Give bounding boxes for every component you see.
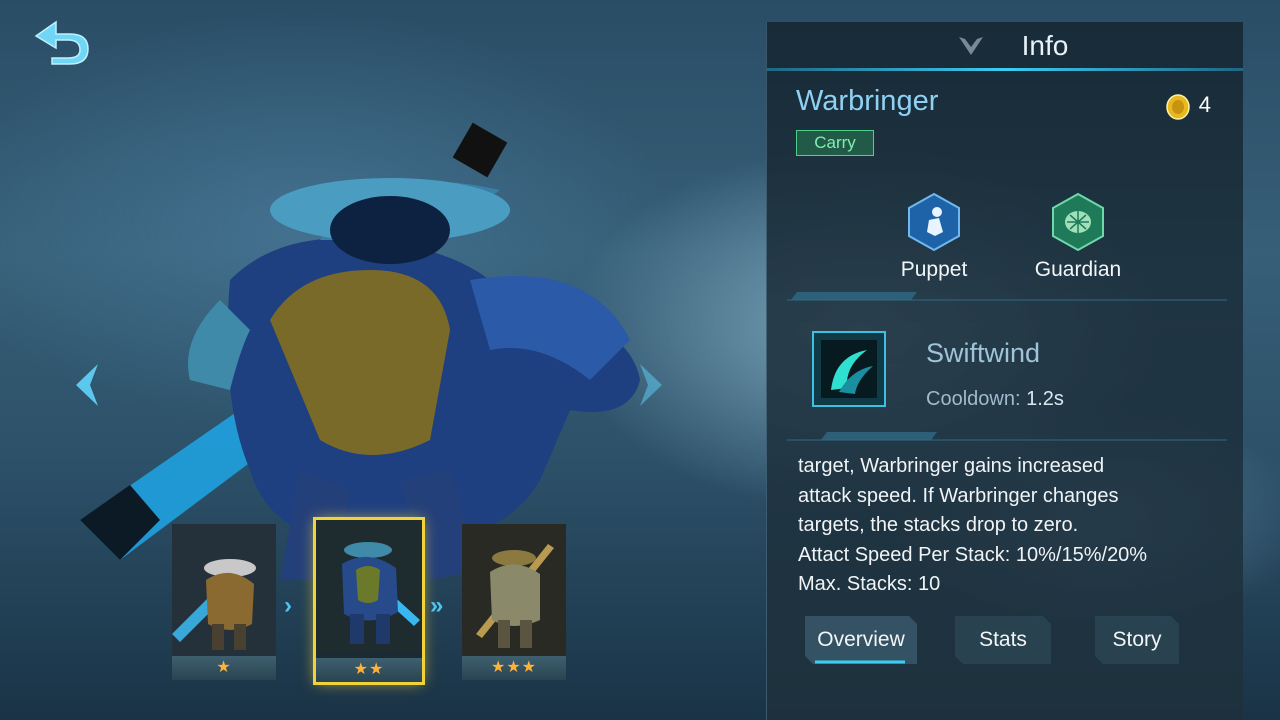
skin-card-3[interactable]: ★★★: [462, 524, 566, 680]
header-divider: [767, 68, 1243, 71]
skin-stars: ★: [172, 656, 276, 680]
synergy-puppet[interactable]: Puppet: [869, 192, 999, 282]
tab-story[interactable]: Story: [1095, 616, 1179, 664]
tab-label: Overview: [817, 628, 905, 651]
tab-label: Story: [1112, 628, 1162, 651]
description-line: Max. Stacks: 10: [798, 573, 941, 595]
skin-portrait: [172, 524, 276, 656]
hero-cost: 4: [1198, 92, 1211, 117]
back-button[interactable]: [30, 16, 92, 66]
skin-card-1[interactable]: ★: [172, 524, 276, 680]
skin-card-2[interactable]: ★★: [313, 517, 425, 685]
tab-bar: Overview Stats Story: [767, 612, 1243, 672]
chevron-right-icon: ›: [284, 592, 292, 619]
skin-stars: ★★★: [462, 656, 566, 680]
section-divider: [787, 432, 1227, 441]
chevron-left-icon: [76, 364, 98, 406]
panel-title: Info: [1021, 30, 1069, 61]
role-badge: Carry: [796, 130, 874, 156]
tab-label: Stats: [979, 628, 1027, 651]
skill-description: target, Warbringer gains increased attac…: [798, 452, 1238, 600]
cooldown-label: Cooldown:: [926, 388, 1021, 410]
chevron-right-icon: [640, 364, 662, 406]
panel-header: Info: [767, 22, 1243, 71]
skin-selector: ★ › ★★ » ★★★: [170, 517, 580, 685]
skin-portrait: [462, 524, 566, 656]
synergy-label: Guardian: [1034, 258, 1122, 281]
synergy-guardian[interactable]: Guardian: [1013, 192, 1143, 282]
synergy-label: Puppet: [900, 258, 968, 281]
description-line: attack speed. If Warbringer changes: [798, 484, 1119, 507]
chevron-right-icon: »: [430, 592, 444, 619]
skill-cooldown: Cooldown: 1.2s: [926, 388, 1064, 411]
description-line: targets, the stacks drop to zero.: [798, 514, 1079, 536]
skin-stars: ★★: [316, 658, 422, 682]
section-divider: [787, 292, 1227, 301]
description-line: target, Warbringer gains increased: [798, 455, 1105, 477]
puppet-icon: [908, 192, 960, 252]
hero-info-panel: Info Warbringer 4 Carry Puppet Guardian: [766, 22, 1243, 720]
hero-name: Warbringer: [796, 85, 939, 117]
tab-overview[interactable]: Overview: [805, 616, 917, 664]
guardian-shell-icon: [1052, 192, 1104, 252]
tab-stats[interactable]: Stats: [955, 616, 1051, 664]
next-hero-button[interactable]: [634, 362, 668, 408]
back-arrow-icon: [34, 20, 89, 65]
gold-coin-icon: [1166, 94, 1190, 120]
cooldown-value: 1.2s: [1026, 388, 1064, 410]
skin-portrait: [316, 520, 422, 652]
previous-hero-button[interactable]: [70, 362, 104, 408]
description-line: Attact Speed Per Stack: 10%/15%/20%: [798, 543, 1148, 566]
skill-name: Swiftwind: [926, 338, 1041, 368]
skill-icon: [812, 331, 886, 407]
